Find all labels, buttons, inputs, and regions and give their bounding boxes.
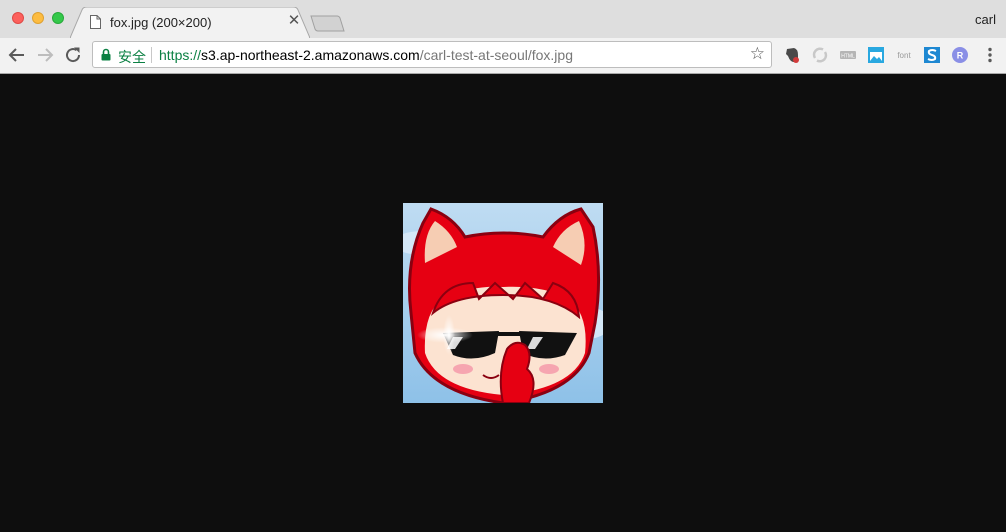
font-extension-label: font <box>897 51 911 60</box>
profile-name[interactable]: carl <box>975 12 996 27</box>
image-icon[interactable] <box>867 46 885 64</box>
lock-icon[interactable] <box>101 48 111 66</box>
secure-label[interactable]: 安全 <box>118 47 146 67</box>
window-minimize-button[interactable] <box>32 12 44 24</box>
evernote-icon[interactable] <box>783 46 801 64</box>
font-icon[interactable]: font <box>895 46 913 64</box>
omnibox-separator <box>151 47 152 63</box>
browser-chrome: fox.jpg (200×200) ✕ carl 安全 https://s3.a… <box>0 0 1006 74</box>
back-arrow-icon[interactable] <box>8 46 26 64</box>
toolbar: 安全 https://s3.ap-northeast-2.amazonaws.c… <box>0 38 1006 73</box>
tab-title: fox.jpg (200×200) <box>110 15 212 30</box>
menu-icon[interactable] <box>981 46 999 64</box>
tab-strip: fox.jpg (200×200) ✕ carl <box>0 0 1006 38</box>
new-tab-button[interactable] <box>310 15 346 37</box>
bookmark-star-icon[interactable]: ☆ <box>750 45 765 63</box>
tab-close-icon[interactable]: ✕ <box>287 13 301 28</box>
html-badge-icon[interactable]: HTML <box>839 46 857 64</box>
sync-icon[interactable] <box>811 46 829 64</box>
r-extension-label: R <box>957 51 964 61</box>
document-icon <box>90 15 101 34</box>
reload-icon[interactable] <box>64 46 82 64</box>
tab-active[interactable]: fox.jpg (200×200) ✕ <box>70 7 310 38</box>
page-content <box>0 74 1006 532</box>
window-close-button[interactable] <box>12 12 24 24</box>
forward-arrow-icon[interactable] <box>36 46 54 64</box>
fox-image[interactable] <box>403 203 603 403</box>
address-bar[interactable]: 安全 https://s3.ap-northeast-2.amazonaws.c… <box>92 41 772 68</box>
window-maximize-button[interactable] <box>52 12 64 24</box>
html-badge-label: HTML <box>841 54 855 60</box>
url-text[interactable]: https://s3.ap-northeast-2.amazonaws.com/… <box>159 47 573 63</box>
url-path: /carl-test-at-seoul/fox.jpg <box>419 47 573 63</box>
url-host: s3.ap-northeast-2.amazonaws.com <box>201 47 420 63</box>
r-icon[interactable]: R <box>951 46 969 64</box>
url-scheme: https:// <box>159 47 202 63</box>
s-icon[interactable] <box>923 46 941 64</box>
